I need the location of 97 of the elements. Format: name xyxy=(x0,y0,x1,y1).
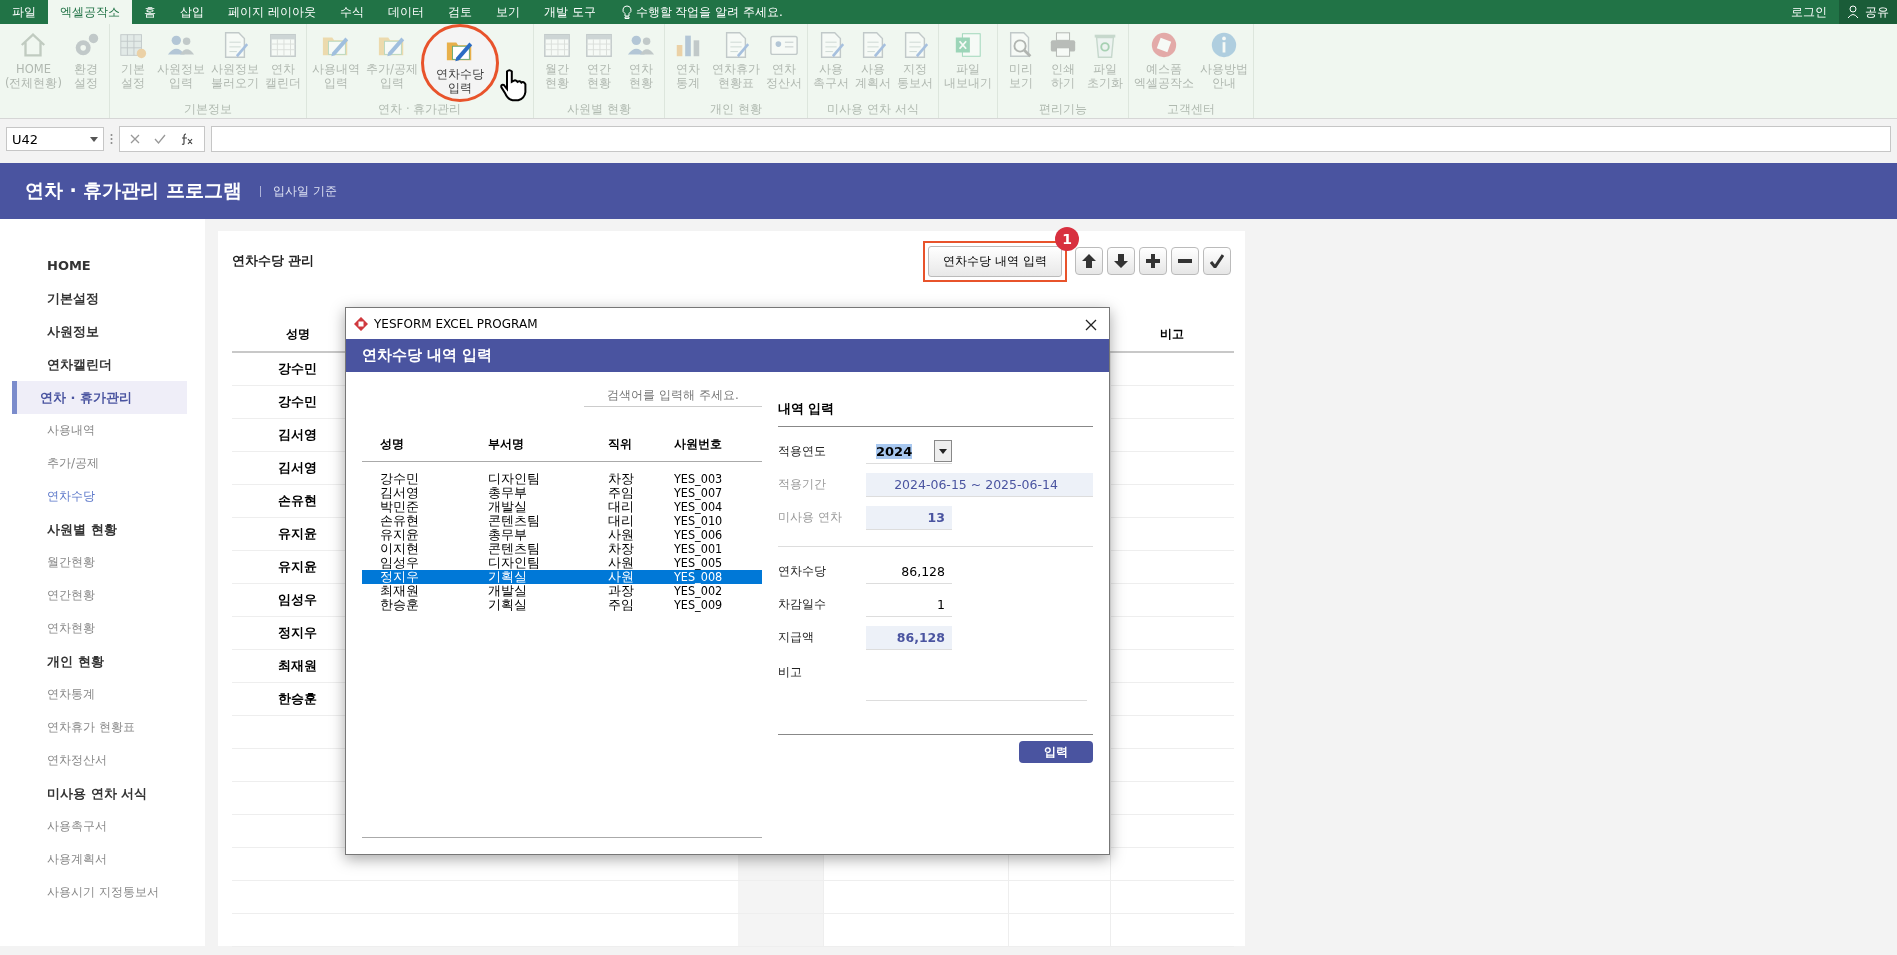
group-label: 연차 · 휴가관리 xyxy=(377,102,463,118)
step-badge: 1 xyxy=(1055,226,1079,251)
sidebar-item[interactable]: 연차캘린더 xyxy=(12,348,187,381)
sidebar-subitem[interactable]: 사용내역 xyxy=(0,414,205,447)
app-title: 연차 · 휴가관리 프로그램 xyxy=(25,178,243,203)
employee-row[interactable]: 손유현 콘텐츠팀 대리 YES_010 xyxy=(362,514,762,528)
employee-row[interactable]: 강수민 디자인팀 차장 YES_003 xyxy=(362,472,762,486)
app-subtitle: 입사일 기준 xyxy=(260,185,337,197)
employee-row[interactable]: 박민준 개발실 대리 YES_004 xyxy=(362,500,762,514)
field-label: 적용연도 xyxy=(778,443,827,460)
ribbon-tab[interactable]: 검토 xyxy=(435,0,484,24)
confirm-button[interactable] xyxy=(1203,247,1231,275)
sidebar-subitem[interactable]: 연차통계 xyxy=(0,678,205,711)
remove-button[interactable] xyxy=(1171,247,1199,275)
dialog-heading: 연차수당 내역 입력 xyxy=(346,339,1109,372)
group-label: 고객센터 xyxy=(1165,102,1216,118)
group-label: 사원별 현황 xyxy=(566,102,632,118)
field-label: 적용기간 xyxy=(778,476,827,493)
sidebar-subitem[interactable]: 월간현황 xyxy=(0,546,205,579)
field-label: 차감일수 xyxy=(778,596,827,613)
confirm-icon[interactable] xyxy=(154,134,166,144)
formula-input[interactable] xyxy=(211,126,1891,152)
employee-row[interactable]: 최재원 개발실 과장 YES_002 xyxy=(362,584,762,598)
sidebar-item[interactable]: 사원별 현황 xyxy=(12,513,187,546)
list-header: 직위 xyxy=(607,436,633,453)
list-header: 사원번호 xyxy=(673,436,723,453)
person-icon xyxy=(1847,5,1861,19)
group-label: 미사용 연차 서식 xyxy=(826,102,920,118)
sidebar-subitem[interactable]: 추가/공제 xyxy=(0,447,205,480)
employee-row[interactable]: 정지우 기획실 사원 YES_008 xyxy=(362,570,762,584)
caret-icon xyxy=(934,440,952,462)
sidebar-subitem[interactable]: 사용계획서 xyxy=(0,843,205,876)
sidebar-item[interactable]: 연차 · 휴가관리 xyxy=(12,381,187,414)
function-icon[interactable] xyxy=(180,133,194,145)
sidebar-subitem[interactable]: 연차수당 xyxy=(0,480,205,513)
sidebar-subitem[interactable]: 연차휴가 현황표 xyxy=(0,711,205,744)
readonly-field: 86,128 xyxy=(866,625,952,650)
year-dropdown[interactable]: 2024 xyxy=(866,439,952,464)
lightbulb-icon xyxy=(621,5,632,19)
field-label: 연차수당 xyxy=(778,563,827,580)
plus-icon xyxy=(1146,254,1160,268)
field-label: 지급액 xyxy=(778,629,815,646)
employee-row[interactable]: 김서영 총무부 주임 YES_007 xyxy=(362,486,762,500)
sidebar-subitem[interactable]: 연차현황 xyxy=(0,612,205,645)
readonly-field: 13 xyxy=(866,505,952,530)
field-label: 미사용 연차 xyxy=(778,509,843,526)
sidebar-item[interactable]: 사원정보 xyxy=(12,315,187,348)
up-arrow-icon xyxy=(1082,254,1096,268)
login-link[interactable]: 로그인 xyxy=(1779,0,1839,24)
sidebar-subitem[interactable]: 사용시기 지정통보서 xyxy=(0,876,205,909)
input-field[interactable]: 1 xyxy=(866,592,952,617)
entry-button[interactable]: 연차수당 내역 입력 xyxy=(928,245,1062,277)
group-label: 편리기능 xyxy=(1037,102,1088,118)
name-box[interactable]: U42 xyxy=(6,127,104,151)
sidebar-subitem[interactable]: 연간현황 xyxy=(0,579,205,612)
sidebar-item[interactable]: 기본설정 xyxy=(12,282,187,315)
ribbon-tab[interactable]: 삽입 xyxy=(168,0,216,24)
minus-icon xyxy=(1178,259,1192,263)
form-title: 내역 입력 xyxy=(778,372,1093,427)
employee-row[interactable]: 한승훈 기획실 주임 YES_009 xyxy=(362,598,762,612)
ribbon-tab[interactable]: 엑셀공작소 xyxy=(48,0,132,24)
panel-title: 연차수당 관리 xyxy=(232,252,315,270)
group-label: 기본정보 xyxy=(183,102,233,118)
tell-me-field[interactable]: 수행할 작업을 알려 주세요. xyxy=(635,3,783,21)
sidebar-item[interactable]: 미사용 연차 서식 xyxy=(12,777,187,810)
readonly-field: 2024-06-15 ~ 2025-06-14 xyxy=(866,472,1093,497)
more-options-icon xyxy=(110,133,113,145)
ribbon-tab[interactable]: 파일 xyxy=(0,0,48,24)
input-field[interactable]: 86,128 xyxy=(866,559,952,584)
employee-row[interactable]: 유지윤 총무부 사원 YES_006 xyxy=(362,528,762,542)
sidebar-item[interactable]: HOME xyxy=(12,249,187,282)
ribbon-tab[interactable]: 홈 xyxy=(132,0,168,24)
share-button[interactable]: 공유 xyxy=(1839,0,1897,24)
window-title: YESFORM EXCEL PROGRAM xyxy=(374,316,538,331)
submit-button[interactable]: 입력 xyxy=(1019,741,1093,763)
app-logo-icon xyxy=(354,316,368,331)
sidebar-item[interactable]: 개인 현황 xyxy=(12,645,187,678)
ribbon-tab[interactable]: 보기 xyxy=(483,0,532,24)
move-up-button[interactable] xyxy=(1075,247,1103,275)
sidebar-subitem[interactable]: 사용촉구서 xyxy=(0,810,205,843)
field-label: 비고 xyxy=(778,664,803,681)
move-down-button[interactable] xyxy=(1107,247,1135,275)
check-icon xyxy=(1210,254,1224,268)
list-header: 부서명 xyxy=(487,436,525,453)
group-label: 개인 현황 xyxy=(709,102,763,118)
sidebar-subitem[interactable]: 연차정산서 xyxy=(0,744,205,777)
ribbon-tab[interactable]: 데이터 xyxy=(375,0,436,24)
down-arrow-icon xyxy=(1114,254,1128,268)
add-button[interactable] xyxy=(1139,247,1167,275)
employee-row[interactable]: 이지현 콘텐츠팀 차장 YES_001 xyxy=(362,542,762,556)
ribbon-tab[interactable]: 수식 xyxy=(327,0,376,24)
cancel-icon[interactable] xyxy=(130,134,140,144)
ribbon-tab[interactable]: 개발 도구 xyxy=(531,0,608,24)
ribbon-button[interactable]: 연차수당 입력 xyxy=(420,24,499,102)
employee-row[interactable]: 임성우 디자인팀 사원 YES_005 xyxy=(362,556,762,570)
list-header: 성명 xyxy=(379,436,405,453)
ribbon-tab[interactable]: 페이지 레이아웃 xyxy=(216,0,328,24)
